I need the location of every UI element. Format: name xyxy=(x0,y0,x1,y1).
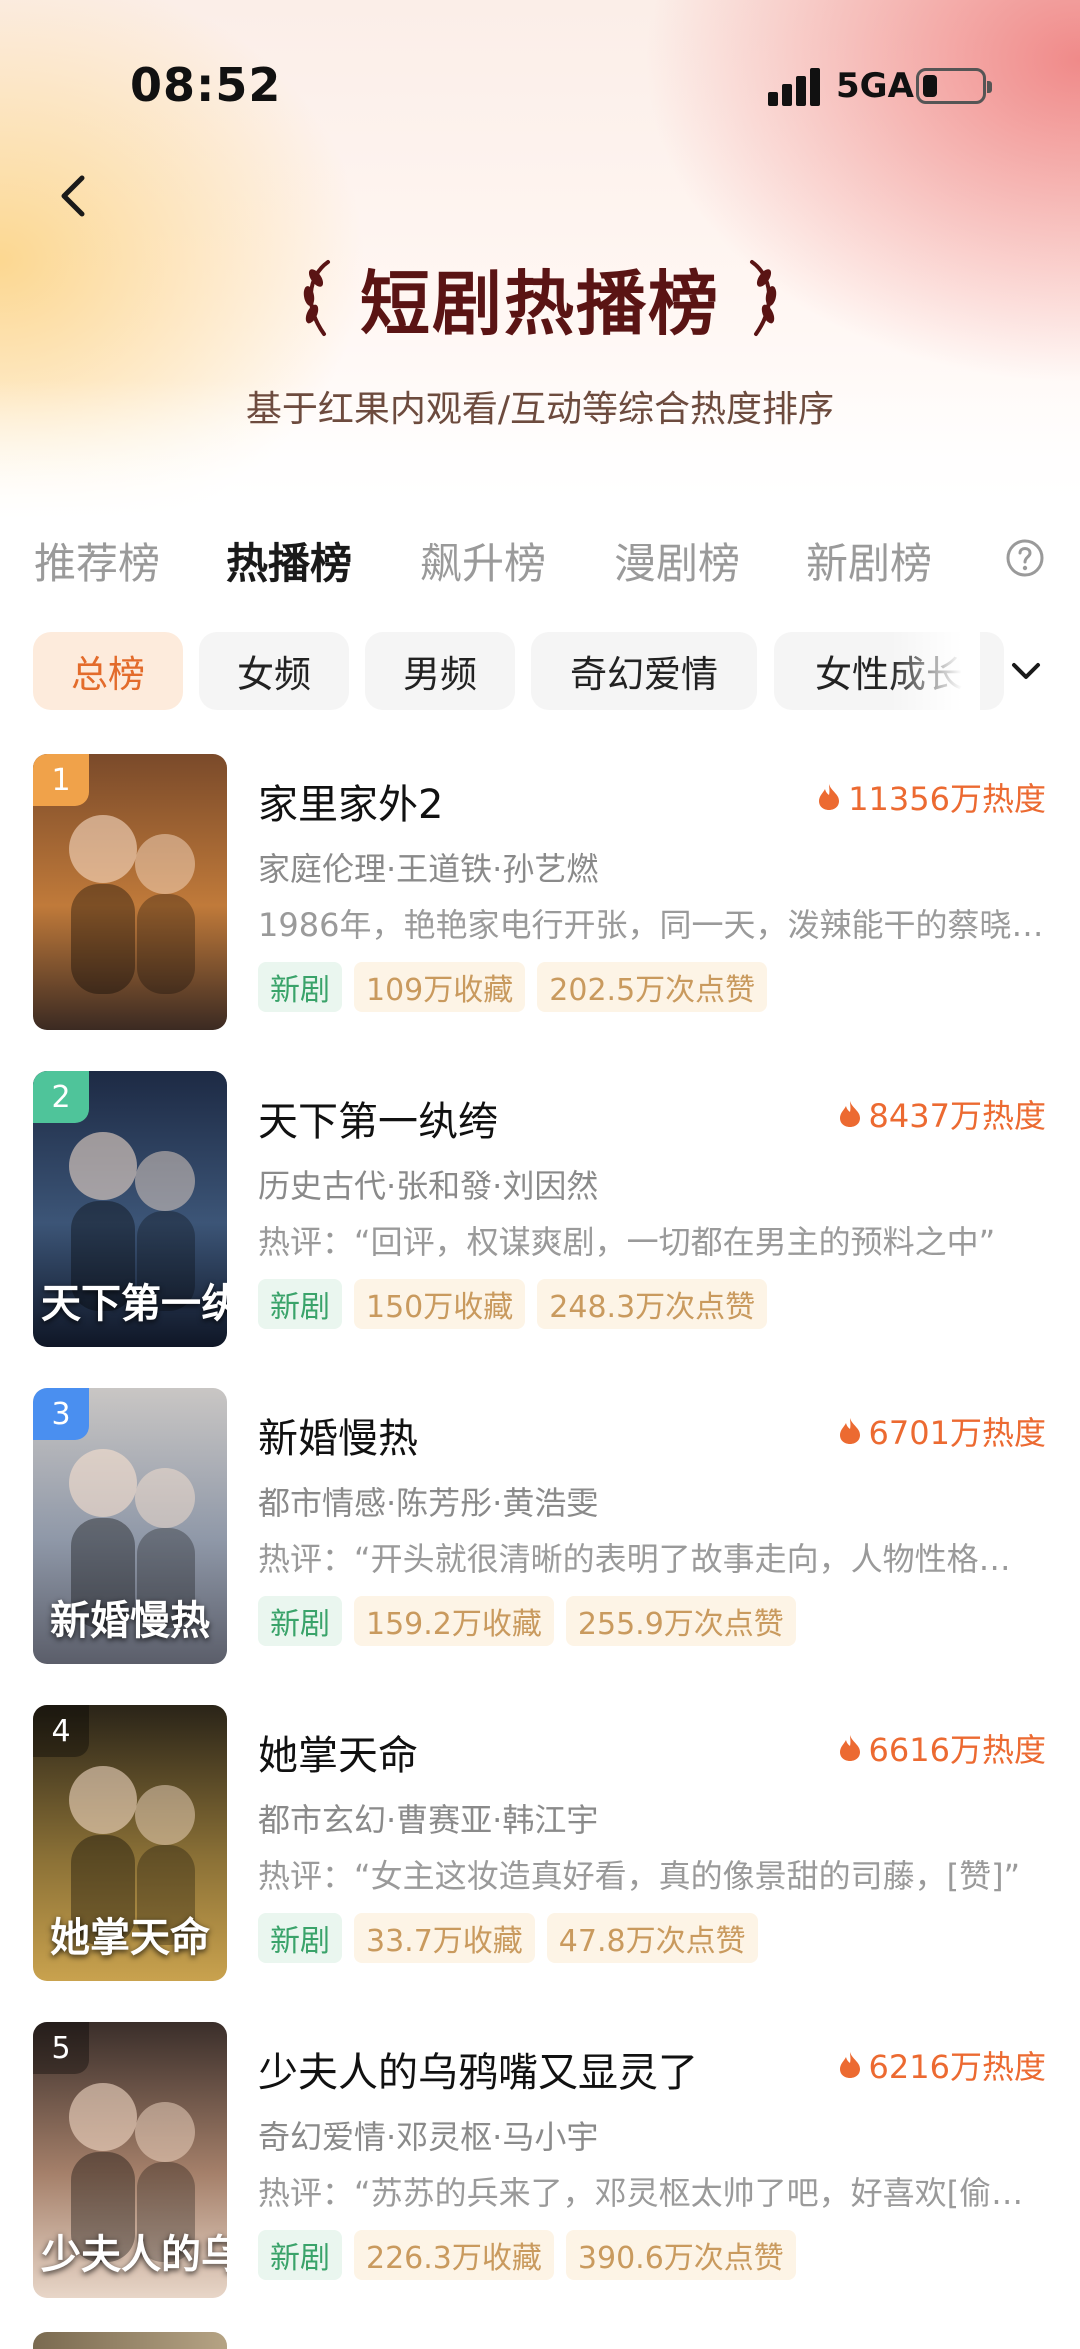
drama-tags: 新剧 159.2万收藏 255.9万次点赞 xyxy=(258,1596,796,1646)
back-button[interactable] xyxy=(48,168,104,224)
network-label: 5GA xyxy=(836,66,914,106)
collect-count: 159.2万收藏 xyxy=(354,1596,554,1646)
heat-value: 8437万热度 xyxy=(868,1097,1046,1135)
chevron-left-icon xyxy=(61,175,85,217)
rank-badge: 2 xyxy=(33,1071,89,1123)
tab-rising[interactable]: 飙升榜 xyxy=(420,530,546,591)
ranking-tabs: 推荐榜 热播榜 飙升榜 漫剧榜 新剧榜 xyxy=(34,530,1054,590)
tab-comic[interactable]: 漫剧榜 xyxy=(614,530,740,591)
new-tag: 新剧 xyxy=(258,1913,342,1963)
cover-title-text: 少夫人的乌鸦嘴又显灵了 xyxy=(41,2231,227,2278)
drama-title: 天下第一纨绔 xyxy=(258,1099,498,1145)
drama-cover[interactable]: 3 新婚慢热 xyxy=(33,1388,227,1664)
tab-recommend[interactable]: 推荐榜 xyxy=(34,530,160,591)
drama-cover[interactable]: 4 她掌天命 xyxy=(33,1705,227,1981)
new-tag: 新剧 xyxy=(258,962,342,1012)
signal-icon xyxy=(768,66,824,106)
flame-icon xyxy=(839,1418,860,1444)
drama-tags: 新剧 226.3万收藏 390.6万次点赞 xyxy=(258,2230,796,2280)
rank-badge: 5 xyxy=(33,2022,89,2074)
like-count: 202.5万次点赞 xyxy=(537,962,768,1012)
list-item[interactable]: 2 天下第一纨绔 天下第一纨绔 8437万热度 历史古代·张和發·刘因然 热评：… xyxy=(0,1071,1080,1347)
flame-icon xyxy=(839,1101,860,1127)
like-count: 47.8万次点赞 xyxy=(546,1913,758,1963)
cover-title-text: 新婚慢热 xyxy=(50,1597,210,1644)
list-item[interactable]: 1 家里家外2 11356万热度 家庭伦理·王道铁·孙艺燃 1986年，艳艳家电… xyxy=(0,754,1080,1030)
chip-male[interactable]: 男频 xyxy=(365,632,515,710)
drama-cover[interactable]: 2 天下第一纨绔 xyxy=(33,1071,227,1347)
drama-description: 热评：“女主这妆造真好看，真的像景甜的司藤，[赞]” xyxy=(258,1857,1021,1895)
drama-cover[interactable]: 5 少夫人的乌鸦嘴又显灵了 xyxy=(33,2022,227,2298)
heat-score: 6701万热度 xyxy=(839,1408,1046,1454)
flame-icon xyxy=(819,784,840,810)
drama-meta: 历史古代·张和發·刘因然 xyxy=(258,1167,599,1205)
chip-fantasy-romance[interactable]: 奇幻爱情 xyxy=(531,632,757,710)
collect-count: 33.7万收藏 xyxy=(354,1913,535,1963)
drama-meta: 家庭伦理·王道铁·孙艺燃 xyxy=(258,850,599,888)
new-tag: 新剧 xyxy=(258,1596,342,1646)
battery-icon xyxy=(916,68,992,104)
cover-title-text: 天下第一纨绔 xyxy=(41,1280,227,1327)
expand-chips-button[interactable] xyxy=(1004,652,1048,692)
status-bar: 08:52 5GA xyxy=(0,0,1080,170)
heat-score: 11356万热度 xyxy=(818,774,1046,820)
drama-meta: 都市情感·陈芳彤·黄浩雯 xyxy=(258,1484,599,1522)
next-item-cover-peek xyxy=(33,2332,227,2349)
flame-icon xyxy=(839,2052,860,2078)
like-count: 255.9万次点赞 xyxy=(565,1596,796,1646)
heat-score: 8437万热度 xyxy=(839,1091,1046,1137)
rank-badge: 3 xyxy=(33,1388,89,1440)
drama-title: 她掌天命 xyxy=(258,1733,418,1779)
laurel-left-icon xyxy=(303,260,330,336)
heat-value: 6701万热度 xyxy=(868,1414,1046,1452)
collect-count: 226.3万收藏 xyxy=(354,2230,554,2280)
drama-tags: 新剧 109万收藏 202.5万次点赞 xyxy=(258,962,768,1012)
flame-icon xyxy=(839,1735,860,1761)
drama-title: 家里家外2 xyxy=(258,782,444,828)
drama-description: 热评：“苏苏的兵来了，邓灵枢太帅了吧，好喜欢[偷… xyxy=(258,2174,1024,2212)
drama-cover[interactable]: 1 xyxy=(33,754,227,1030)
heat-score: 6616万热度 xyxy=(839,1725,1046,1771)
drama-tags: 新剧 150万收藏 248.3万次点赞 xyxy=(258,1279,768,1329)
drama-title: 新婚慢热 xyxy=(258,1416,418,1462)
list-item[interactable]: 4 她掌天命 她掌天命 6616万热度 都市玄幻·曹赛亚·韩江宇 热评：“女主这… xyxy=(0,1705,1080,1981)
rank-badge: 4 xyxy=(33,1705,89,1757)
collect-count: 109万收藏 xyxy=(354,962,526,1012)
heat-value: 6216万热度 xyxy=(868,2048,1046,2086)
drama-meta: 奇幻爱情·邓灵枢·马小宇 xyxy=(258,2118,599,2156)
tab-hot[interactable]: 热播榜 xyxy=(226,530,352,591)
collect-count: 150万收藏 xyxy=(354,1279,526,1329)
like-count: 390.6万次点赞 xyxy=(565,2230,796,2280)
category-chips: 总榜 女频 男频 奇幻爱情 女性成长 xyxy=(33,632,1033,710)
laurel-right-icon xyxy=(750,260,777,336)
heat-score: 6216万热度 xyxy=(839,2042,1046,2088)
page-title: 短剧热播榜 xyxy=(360,262,720,345)
heat-value: 6616万热度 xyxy=(868,1731,1046,1769)
drama-description: 1986年，艳艳家电行开张，同一天，泼辣能干的蔡晓… xyxy=(258,906,1044,944)
list-item[interactable]: 3 新婚慢热 新婚慢热 6701万热度 都市情感·陈芳彤·黄浩雯 热评：“开头就… xyxy=(0,1388,1080,1664)
new-tag: 新剧 xyxy=(258,2230,342,2280)
chip-female[interactable]: 女频 xyxy=(199,632,349,710)
drama-title: 少夫人的乌鸦嘴又显灵了 xyxy=(258,2050,698,2096)
drama-description: 热评：“回评，权谋爽剧，一切都在男主的预料之中” xyxy=(258,1223,996,1261)
like-count: 248.3万次点赞 xyxy=(537,1279,768,1329)
chip-all[interactable]: 总榜 xyxy=(33,632,183,710)
list-item[interactable]: 5 少夫人的乌鸦嘴又显灵了 少夫人的乌鸦嘴又显灵了 6216万热度 奇幻爱情·邓… xyxy=(0,2022,1080,2298)
drama-tags: 新剧 33.7万收藏 47.8万次点赞 xyxy=(258,1913,758,1963)
status-time: 08:52 xyxy=(130,58,282,112)
page-subtitle: 基于红果内观看/互动等综合热度排序 xyxy=(245,389,835,430)
drama-description: 热评：“开头就很清晰的表明了故事走向，人物性格… xyxy=(258,1540,1011,1578)
cover-title-text: 她掌天命 xyxy=(50,1914,210,1961)
help-icon[interactable] xyxy=(1005,538,1045,578)
new-tag: 新剧 xyxy=(258,1279,342,1329)
tab-new[interactable]: 新剧榜 xyxy=(806,530,932,591)
rank-badge: 1 xyxy=(33,754,89,806)
chevron-down-icon xyxy=(1012,663,1040,679)
title-row: 短剧热播榜 xyxy=(0,248,1080,348)
heat-value: 11356万热度 xyxy=(848,780,1046,818)
drama-meta: 都市玄幻·曹赛亚·韩江宇 xyxy=(258,1801,599,1839)
question-icon xyxy=(1006,539,1044,577)
chips-fade xyxy=(890,632,980,710)
